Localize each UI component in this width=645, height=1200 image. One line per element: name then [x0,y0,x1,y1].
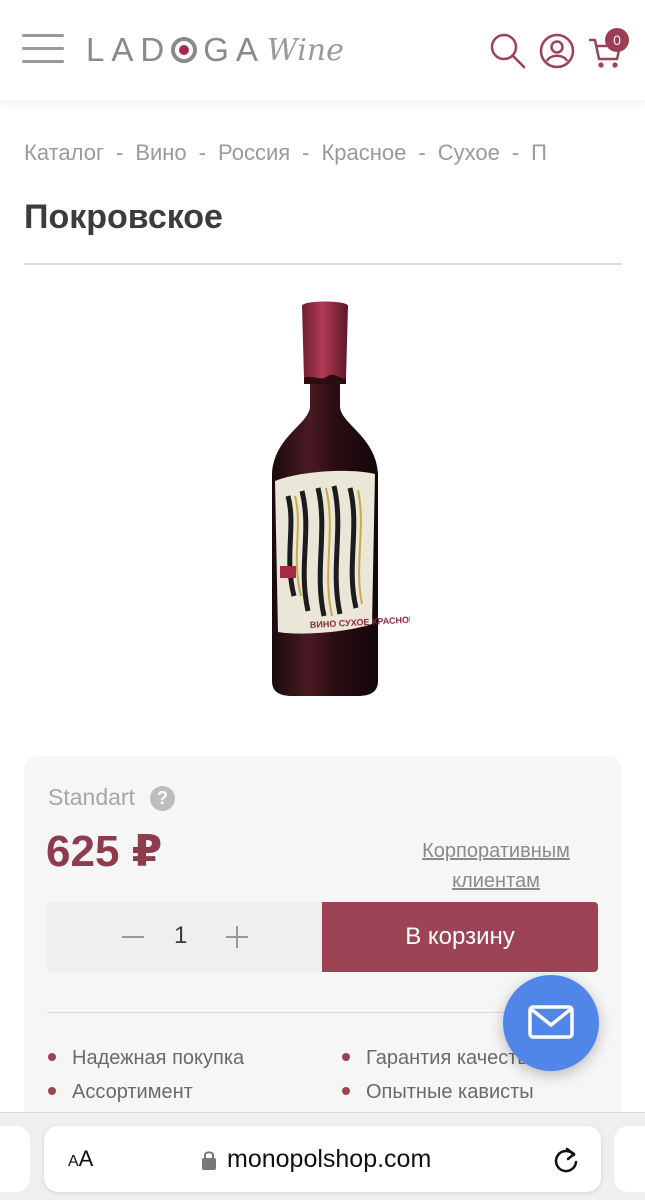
breadcrumb-separator: - [198,140,206,165]
plus-icon[interactable] [225,918,249,956]
price-type-label: Standart [48,784,135,810]
logo-wordmark: LAD GA [86,31,265,69]
next-tab-preview[interactable] [614,1126,645,1192]
breadcrumb-separator: - [418,140,426,165]
corporate-link-line[interactable]: клиентам [395,866,597,896]
feature-label: Надежная покупка [72,1047,245,1069]
search-icon[interactable] [489,32,527,70]
logo-text-start: LAD [86,31,172,68]
logo-dot-icon [171,37,198,63]
lock-icon [202,1151,216,1170]
breadcrumb-separator: - [115,140,124,165]
text-size-small: A [68,1153,79,1170]
breadcrumb: Каталог - Вино - Россия - Красное - Сухое - П [24,140,624,166]
logo-subtitle: Wine [266,32,344,68]
bullet-icon [48,1052,56,1061]
breadcrumb-item[interactable]: Каталог [24,140,104,165]
breadcrumb-separator: - [302,140,310,165]
breadcrumb-item[interactable]: Россия [218,140,290,165]
breadcrumb-item[interactable]: Сухое [438,140,500,165]
divider [24,263,622,265]
contact-mail-button[interactable] [503,975,599,1071]
corporate-clients-link[interactable]: Корпоративным клиентам [395,836,597,896]
minus-icon[interactable] [122,918,146,956]
breadcrumb-item-current: П [531,140,547,165]
breadcrumb-item[interactable]: Красное [321,140,406,165]
reload-icon[interactable] [552,1145,580,1175]
feature-item: Ассортимент [48,1081,193,1104]
add-to-cart-button[interactable]: В корзину [322,902,598,972]
feature-item: Надежная покупка [48,1047,244,1070]
price: 625 ₽ [46,827,163,876]
bullet-icon [342,1086,350,1095]
cart-count-badge: 0 [605,28,629,52]
site-header: LAD GA Wine 0 [0,0,645,100]
breadcrumb-separator: - [511,140,520,165]
text-size-button[interactable]: AA [68,1146,93,1172]
logo-text-end: GA [203,31,265,68]
user-icon[interactable] [538,32,576,70]
previous-tab-preview[interactable] [0,1126,30,1192]
logo[interactable]: LAD GA Wine [86,28,344,72]
url-text[interactable]: monopolshop.com [227,1145,431,1174]
page-title: Покровское [24,198,223,236]
help-icon[interactable]: ? [150,786,175,811]
feature-item: Опытные кависты [342,1081,534,1104]
product-image[interactable]: ВИНО СУХОЕ КРАСНОЕ [240,296,410,706]
mail-icon [528,1005,574,1039]
bullet-icon [48,1086,56,1095]
text-size-large: A [78,1146,94,1171]
breadcrumb-item[interactable]: Вино [135,140,186,165]
quantity-value[interactable]: 1 [174,922,187,950]
menu-icon[interactable] [22,34,64,66]
feature-label: Ассортимент [72,1081,193,1103]
bullet-icon [342,1052,350,1061]
corporate-link-line[interactable]: Корпоративным [395,836,597,866]
feature-label: Опытные кависты [366,1081,534,1103]
